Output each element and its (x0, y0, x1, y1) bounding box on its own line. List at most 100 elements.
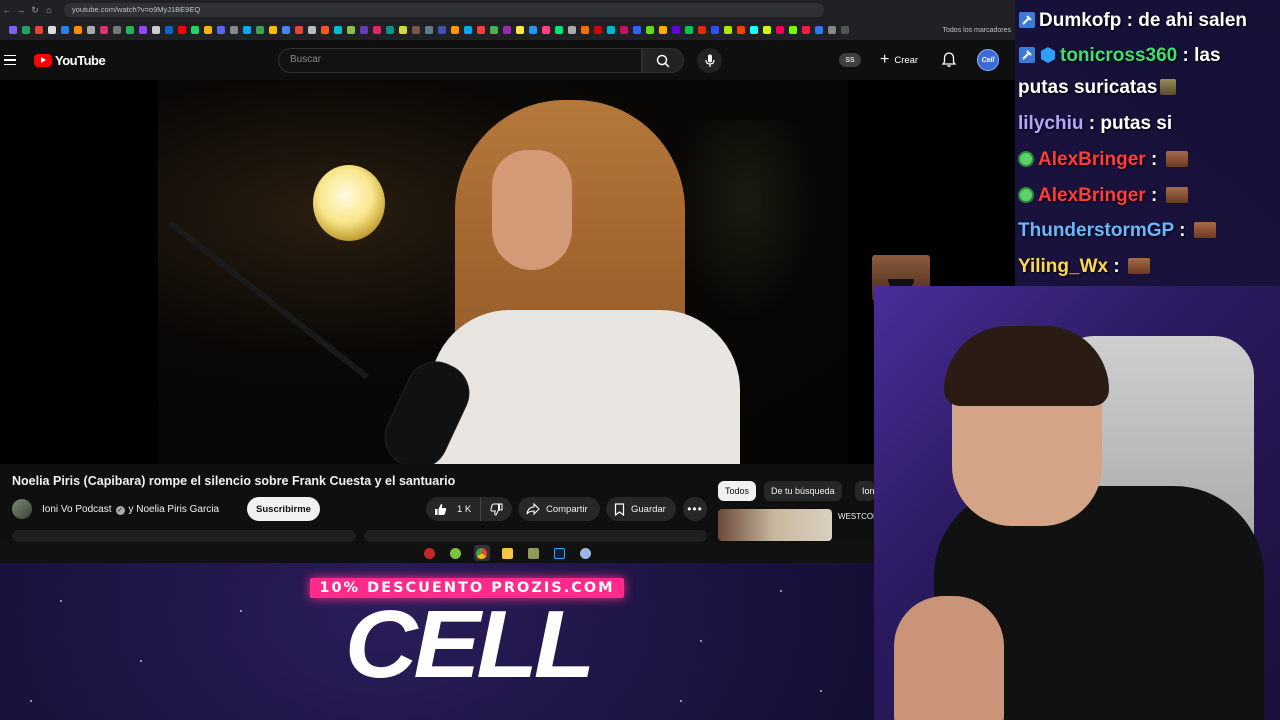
bookmark-icon[interactable] (695, 24, 708, 37)
notifications-bell-icon[interactable] (940, 51, 958, 69)
chat-username[interactable]: tonicross360 (1060, 45, 1177, 66)
bookmark-icon[interactable] (448, 24, 461, 37)
voice-search-button[interactable] (697, 48, 722, 73)
bookmark-icon[interactable] (487, 24, 500, 37)
bookmark-icon[interactable] (474, 24, 487, 37)
bookmark-icon[interactable] (812, 24, 825, 37)
search-input[interactable]: Buscar (278, 48, 642, 73)
user-avatar[interactable]: Cell (977, 49, 999, 71)
chat-username[interactable]: lilychiu (1018, 113, 1083, 134)
chat-username[interactable]: Yiling_Wx (1018, 256, 1108, 277)
bookmark-icon[interactable] (721, 24, 734, 37)
bookmark-icon[interactable] (682, 24, 695, 37)
bookmark-icon[interactable] (227, 24, 240, 37)
channel-avatar[interactable] (12, 499, 32, 519)
bookmark-icon[interactable] (539, 24, 552, 37)
youtube-logo[interactable]: YouTube (34, 53, 106, 68)
bookmark-icon[interactable] (617, 24, 630, 37)
taskbar-app-icon[interactable] (578, 545, 594, 561)
bookmark-icon[interactable] (32, 24, 45, 37)
ss-badge[interactable]: SS (839, 53, 861, 67)
bookmark-icon[interactable] (643, 24, 656, 37)
bookmark-icon[interactable] (292, 24, 305, 37)
bookmark-icon[interactable] (162, 24, 175, 37)
bookmark-icon[interactable] (344, 24, 357, 37)
share-button[interactable]: Compartir (518, 497, 600, 521)
address-bar[interactable]: youtube.com/watch?v=o9MyJ1BE9EQ (64, 3, 824, 17)
bookmark-icon[interactable] (526, 24, 539, 37)
taskbar-app-icon[interactable] (448, 545, 464, 561)
bookmark-icon[interactable] (383, 24, 396, 37)
bookmark-icon[interactable] (591, 24, 604, 37)
bookmark-icon[interactable] (604, 24, 617, 37)
bookmark-icon[interactable] (318, 24, 331, 37)
bookmark-icon[interactable] (357, 24, 370, 37)
bookmark-icon[interactable] (409, 24, 422, 37)
bookmark-icon[interactable] (253, 24, 266, 37)
chip-all[interactable]: Todos (718, 481, 757, 501)
folder-icon[interactable] (500, 545, 516, 561)
bookmark-icon[interactable] (214, 24, 227, 37)
recommended-video-title[interactable]: WESTCOL JUANSG (838, 511, 874, 522)
bookmark-icon[interactable] (552, 24, 565, 37)
bookmark-icon[interactable] (578, 24, 591, 37)
bookmark-icon[interactable] (825, 24, 838, 37)
bookmark-icon[interactable] (760, 24, 773, 37)
bookmark-icon[interactable] (97, 24, 110, 37)
bookmark-icon[interactable] (201, 24, 214, 37)
bookmark-icon[interactable] (773, 24, 786, 37)
taskbar-app-icon[interactable] (422, 545, 438, 561)
bookmark-icon[interactable] (71, 24, 84, 37)
like-button[interactable]: 1 K (426, 497, 480, 521)
chevron-right-icon[interactable] (838, 24, 851, 37)
bookmark-icon[interactable] (58, 24, 71, 37)
bookmark-icon[interactable] (149, 24, 162, 37)
description-box[interactable] (12, 530, 356, 542)
bookmark-icon[interactable] (786, 24, 799, 37)
bookmark-icon[interactable] (240, 24, 253, 37)
chat-username[interactable]: ThunderstormGP (1018, 220, 1174, 241)
menu-icon[interactable] (4, 54, 22, 66)
back-icon[interactable]: ← (0, 5, 14, 15)
bookmark-icon[interactable] (370, 24, 383, 37)
bookmark-icon[interactable] (188, 24, 201, 37)
bookmark-icon[interactable] (461, 24, 474, 37)
bookmark-icon[interactable] (45, 24, 58, 37)
chat-username[interactable]: AlexBringer (1038, 185, 1146, 206)
subscribe-button[interactable]: Suscribirme (247, 497, 320, 521)
chrome-icon[interactable] (473, 545, 490, 561)
channel-name-text[interactable]: Ioni Vo Podcast (42, 504, 112, 515)
more-actions-button[interactable]: ••• (683, 497, 707, 521)
bookmark-icon[interactable] (6, 24, 19, 37)
bookmark-icon[interactable] (799, 24, 812, 37)
forward-icon[interactable]: → (14, 5, 28, 15)
bookmark-icon[interactable] (396, 24, 409, 37)
bookmark-icon[interactable] (630, 24, 643, 37)
chip-from-search[interactable]: De tu búsqueda (764, 481, 842, 501)
bookmark-icon[interactable] (500, 24, 513, 37)
bookmarks-folder[interactable]: Todos los marcadores (943, 27, 1011, 34)
bookmark-icon[interactable] (422, 24, 435, 37)
bookmark-icon[interactable] (747, 24, 760, 37)
dislike-button[interactable] (480, 497, 512, 521)
save-button[interactable]: Guardar (606, 497, 676, 521)
bookmark-icon[interactable] (435, 24, 448, 37)
bookmark-icon[interactable] (305, 24, 318, 37)
bookmark-icon[interactable] (19, 24, 32, 37)
recommended-video-thumbnail[interactable] (718, 509, 832, 541)
bookmark-icon[interactable] (331, 24, 344, 37)
comments-preview[interactable] (364, 530, 707, 542)
chat-username[interactable]: AlexBringer (1038, 149, 1146, 170)
bookmark-icon[interactable] (734, 24, 747, 37)
bookmark-icon[interactable] (279, 24, 292, 37)
bookmark-icon[interactable] (123, 24, 136, 37)
bookmark-icon[interactable] (266, 24, 279, 37)
bookmark-icon[interactable] (110, 24, 123, 37)
bookmark-icon[interactable] (565, 24, 578, 37)
video-player[interactable] (0, 80, 1015, 464)
photoshop-icon[interactable] (552, 545, 568, 561)
bookmark-icon[interactable] (136, 24, 149, 37)
channel-collab-text[interactable]: y Noelia Piris Garcia (129, 504, 220, 515)
channel-name[interactable]: Ioni Vo Podcast ✓ y Noelia Piris Garcia (42, 504, 219, 515)
home-icon[interactable]: ⌂ (42, 5, 56, 15)
